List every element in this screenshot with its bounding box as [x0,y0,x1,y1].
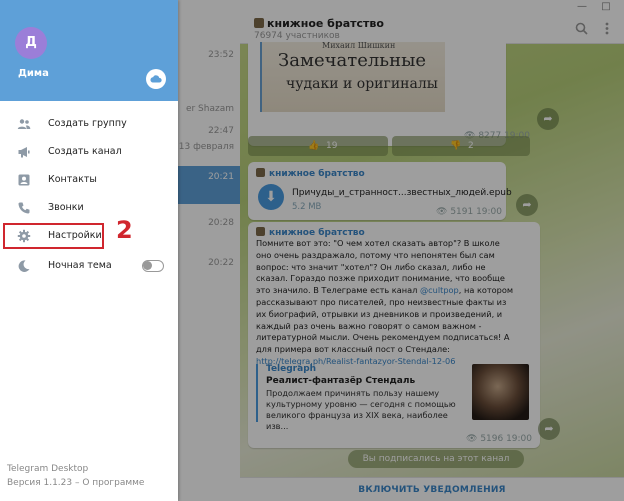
cloud-icon[interactable] [146,69,166,89]
toggle-knob [143,261,152,270]
group-icon [17,119,31,129]
side-menu: Д Дима Создать группу Создать канал Конт… [0,0,178,501]
annotation-step-number: 2 [116,216,133,244]
contact-icon [18,174,30,186]
menu-item-create-channel[interactable]: Создать канал [0,138,178,166]
phone-icon [18,202,30,214]
app-name: Telegram Desktop [7,464,89,474]
user-name: Дима [18,68,49,79]
menu-item-contacts[interactable]: Контакты [0,166,178,194]
menu-item-label: Контакты [48,174,97,185]
menu-item-label: Создать группу [48,118,127,129]
moon-icon [18,260,30,272]
menu-item-create-group[interactable]: Создать группу [0,110,178,138]
dim-overlay[interactable] [178,0,624,501]
night-mode-toggle[interactable] [142,260,164,272]
menu-item-label: Создать канал [48,146,122,157]
avatar[interactable]: Д [15,27,47,59]
megaphone-icon [18,147,30,158]
menu-item-label: Ночная тема [48,260,112,271]
menu-item-calls[interactable]: Звонки [0,194,178,222]
menu-item-night-mode[interactable]: Ночная тема [0,252,178,280]
app-version[interactable]: Версия 1.1.23 – О программе [7,478,144,488]
telegram-window: — □ 23:52 er Shazam 22:47 13 февраля 20:… [0,0,624,501]
menu-header: Д Дима [0,0,178,101]
menu-item-label: Звонки [48,202,84,213]
annotation-highlight-box [3,223,104,249]
